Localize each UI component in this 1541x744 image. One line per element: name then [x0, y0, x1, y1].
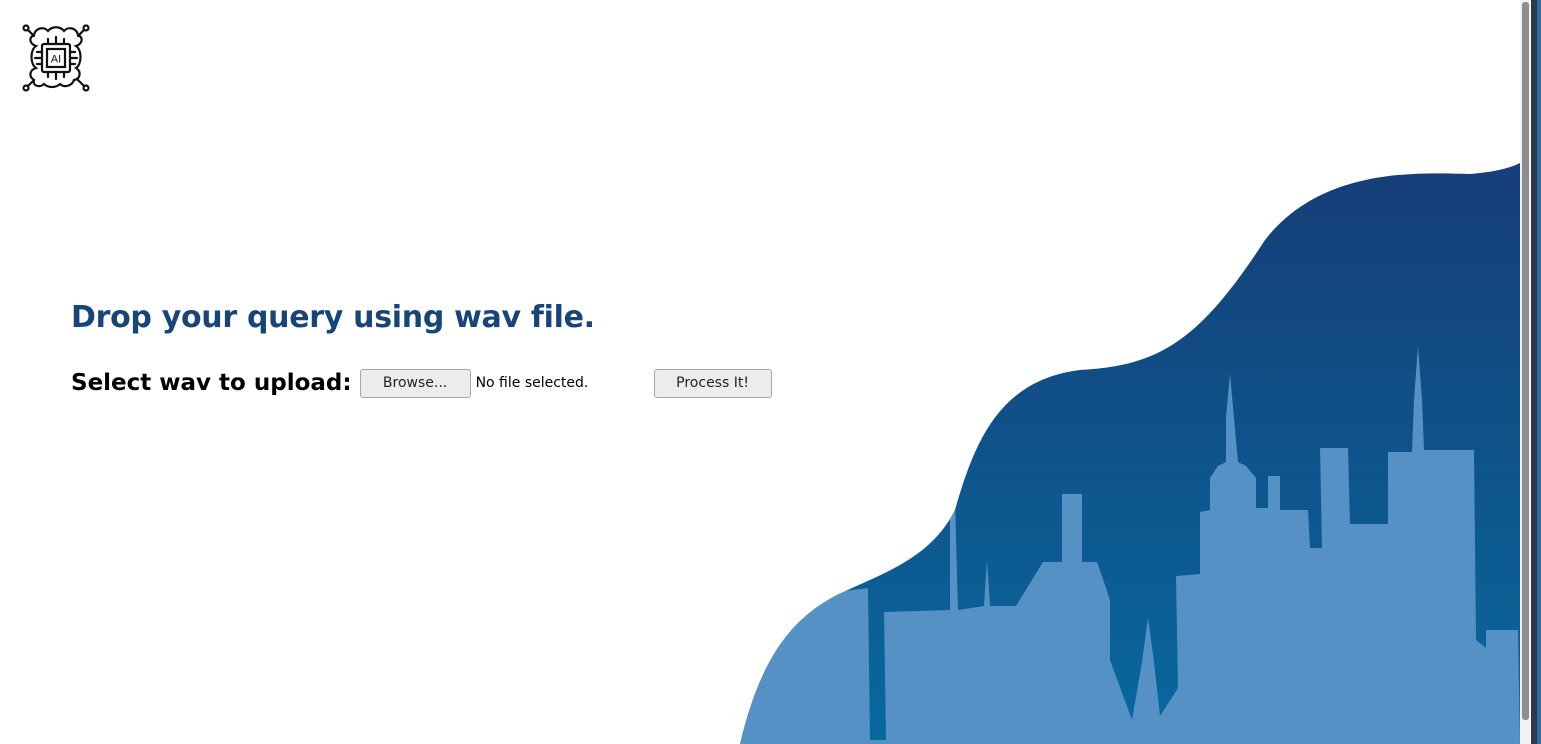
file-status-text: No file selected.: [475, 375, 589, 391]
ai-chip-icon: AI: [22, 24, 90, 92]
browse-button[interactable]: Browse...: [359, 368, 471, 398]
upload-label: Select wav to upload:: [71, 370, 352, 396]
scrollbar-thumb[interactable]: [1522, 2, 1529, 720]
process-button[interactable]: Process It!: [653, 368, 772, 398]
window-edge: [1531, 0, 1541, 744]
logo-text: AI: [51, 54, 61, 66]
page-title: Drop your query using wav file.: [71, 300, 595, 335]
upload-form: Select wav to upload: Browse... No file …: [71, 366, 772, 400]
